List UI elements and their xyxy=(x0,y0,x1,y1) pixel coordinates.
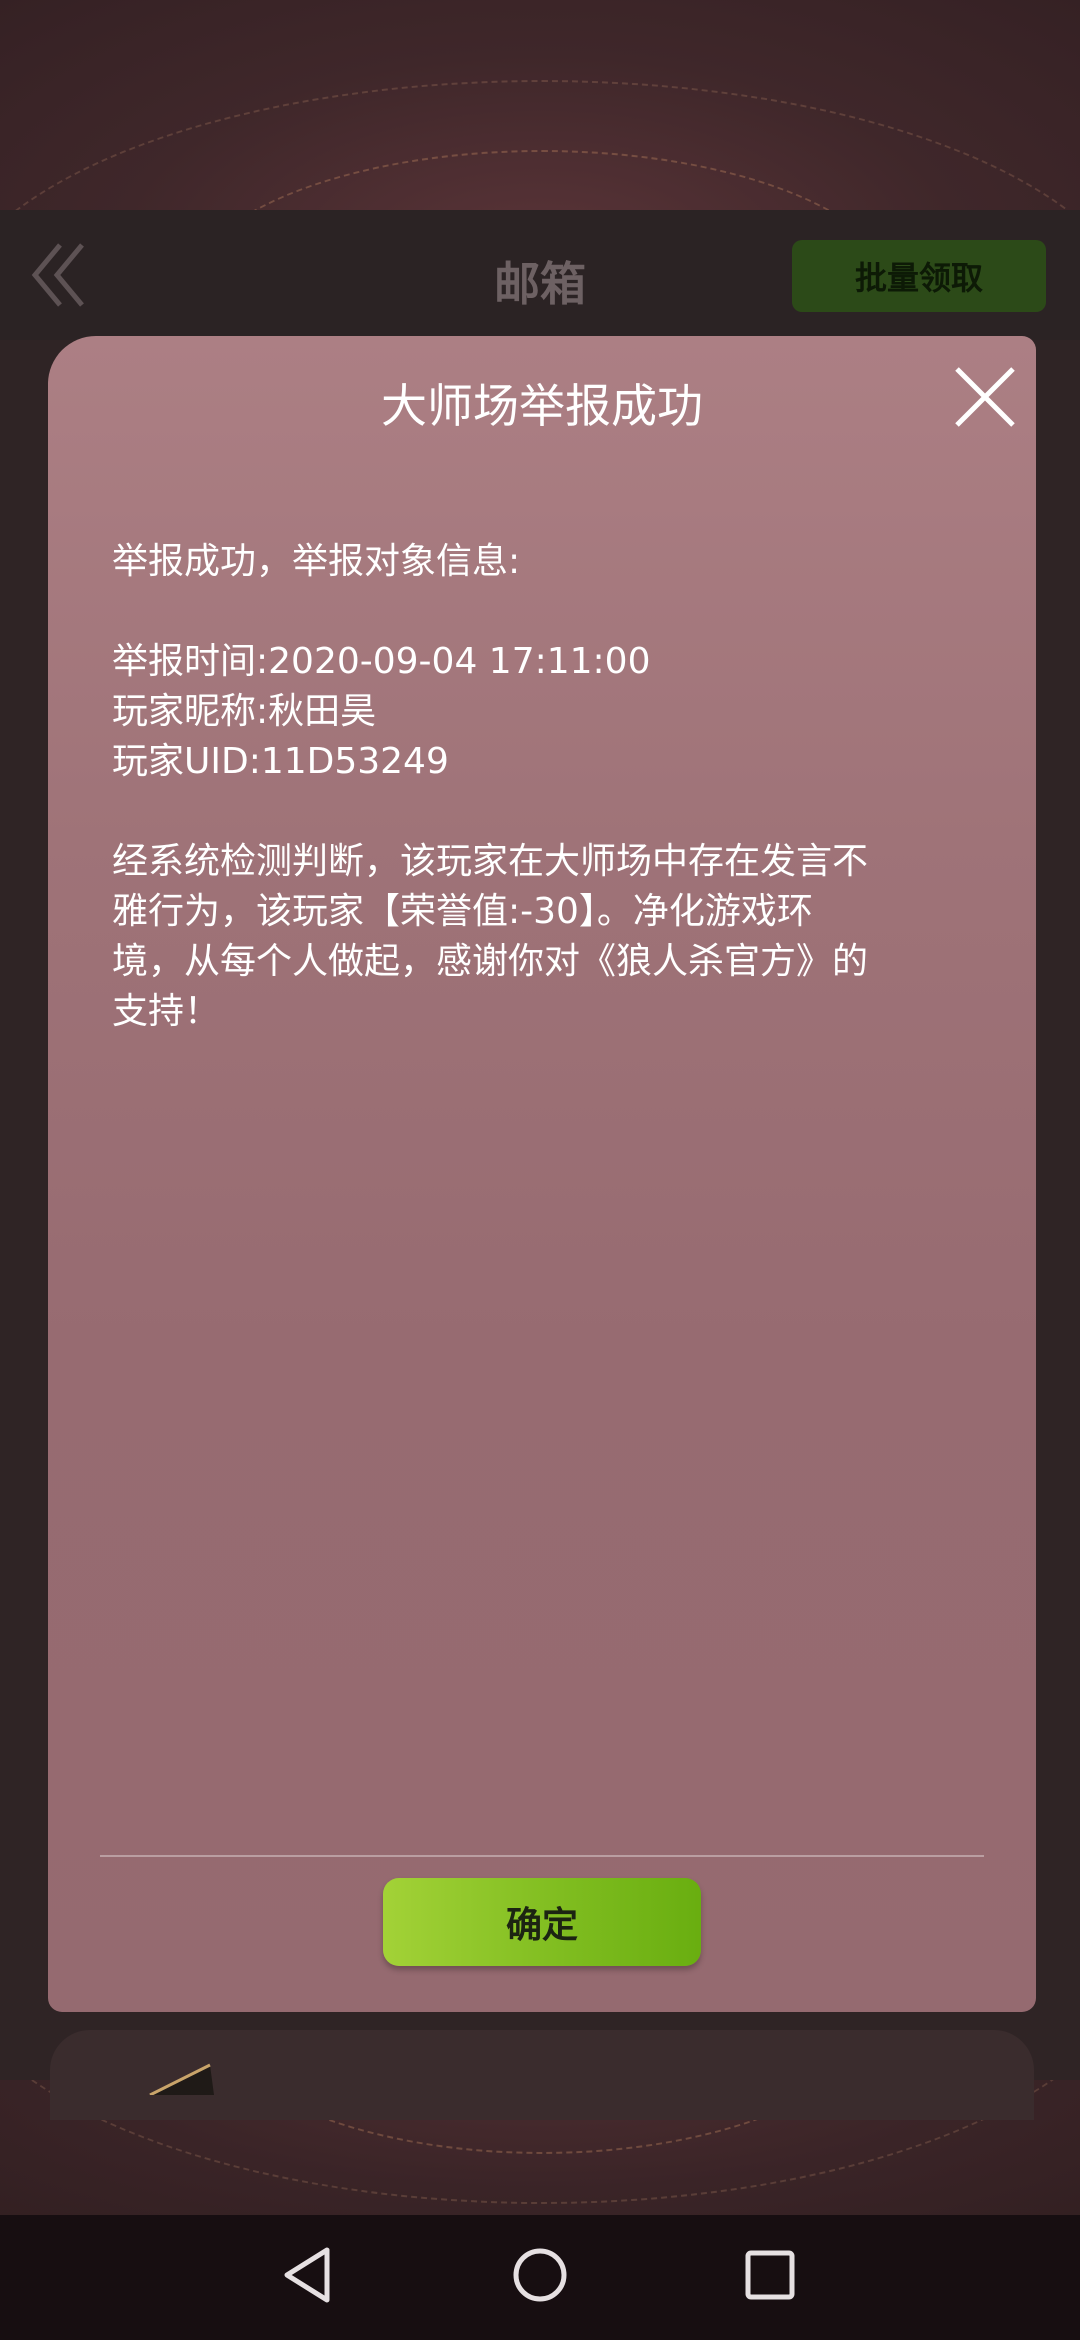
dialog-title: 大师场举报成功 xyxy=(381,379,703,433)
report-time: 举报时间:2020-09-04 17:11:00 xyxy=(112,641,651,682)
batch-claim-button[interactable]: 批量领取 xyxy=(792,240,1046,312)
nav-recents-icon[interactable] xyxy=(735,2240,805,2310)
report-success-dialog xyxy=(48,336,1036,2012)
close-icon[interactable] xyxy=(952,364,1018,430)
dialog-divider xyxy=(100,1855,984,1857)
confirm-button[interactable]: 确定 xyxy=(383,1878,701,1966)
message-line: 雅行为，该玩家【荣誉值:-30】。净化游戏环 xyxy=(112,891,813,932)
report-intro: 举报成功，举报对象信息: xyxy=(112,541,521,582)
mail-icon xyxy=(149,2063,214,2095)
nav-back-icon[interactable] xyxy=(275,2240,345,2310)
top-decoration xyxy=(0,0,1080,210)
message-line: 经系统检测判断，该玩家在大师场中存在发言不 xyxy=(112,841,869,882)
message-line: 境，从每个人做起，感谢你对《狼人杀官方》的 xyxy=(112,941,869,982)
player-uid: 玩家UID:11D53249 xyxy=(112,741,449,782)
message-line: 支持！ xyxy=(112,991,221,1032)
player-nickname: 玩家昵称:秋田昊 xyxy=(112,691,377,732)
nav-home-icon[interactable] xyxy=(505,2240,575,2310)
